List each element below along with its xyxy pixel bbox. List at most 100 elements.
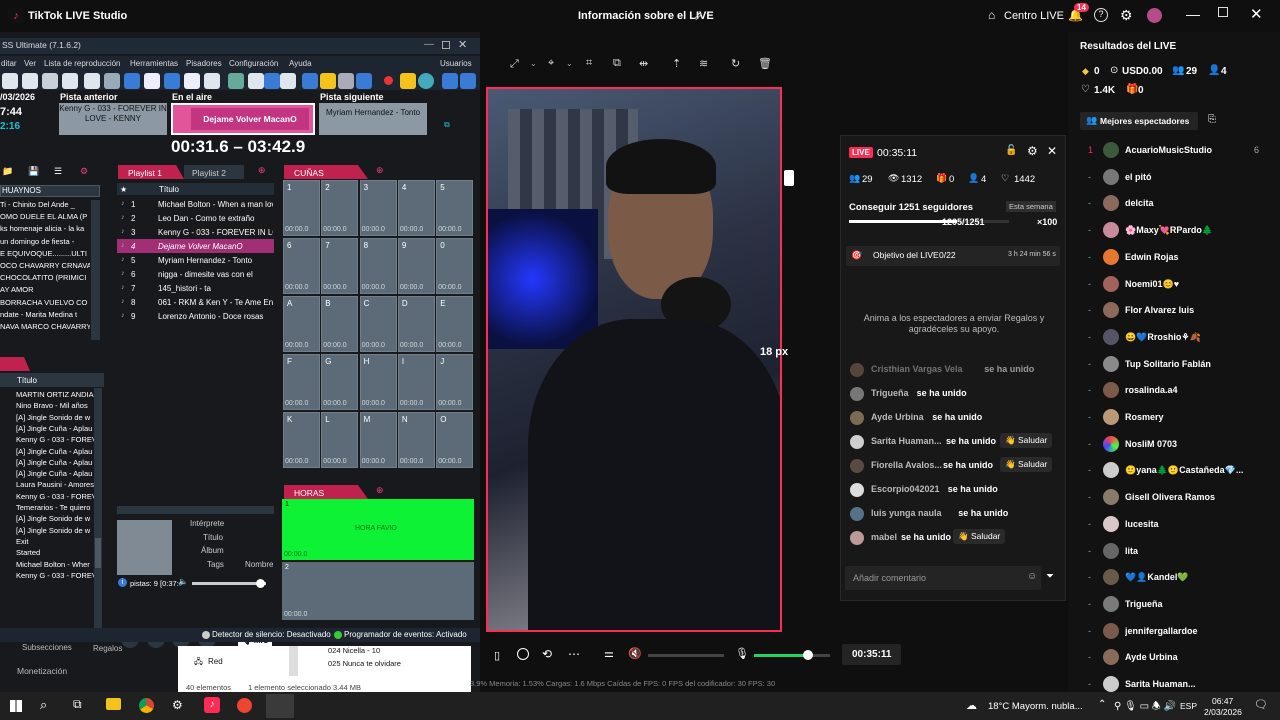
cuna-slot[interactable]: 4 00:00.0 xyxy=(397,180,435,236)
toolbar-icon[interactable] xyxy=(2,73,18,89)
list-icon[interactable]: ☰ xyxy=(54,166,62,177)
objective-card[interactable]: 🎯 Objetivo del LIVE 0/22 3 h 24 min 56 s xyxy=(846,246,1060,266)
toolbar-icon[interactable] xyxy=(320,73,336,89)
settings-gear-icon[interactable]: ⚙ xyxy=(1027,144,1038,158)
explorer-item[interactable]: 025 Nunca te olvidare xyxy=(328,659,401,668)
explorer-scrollbar[interactable] xyxy=(289,646,298,676)
cuna-slot[interactable]: G 00:00.0 xyxy=(321,354,359,410)
globe-icon[interactable] xyxy=(418,73,434,89)
genre-item[interactable]: BORRACHA VUELVO CO xyxy=(0,298,90,307)
filter-icon[interactable]: ⏷ xyxy=(1046,571,1054,582)
centro-live-button[interactable]: Centro LIVE xyxy=(1004,10,1064,22)
playlist-row[interactable]: ♪ 1 Michael Bolton - When a man lov xyxy=(117,197,274,211)
genre-item[interactable]: NAVA MARCO CHAVARRY xyxy=(0,322,90,331)
toolbar-icon[interactable] xyxy=(104,73,120,89)
genre-item[interactable]: un domingo de fiesta - xyxy=(0,237,90,246)
network-label[interactable]: Red xyxy=(208,657,223,666)
viewer-row[interactable]: - lucesita xyxy=(1080,515,1272,534)
cuna-slot[interactable]: C 00:00.0 xyxy=(359,296,397,352)
maximize-icon[interactable] xyxy=(1218,7,1228,17)
windows-start-icon[interactable] xyxy=(10,700,22,712)
toolbar-icon[interactable] xyxy=(264,73,280,89)
chat-username[interactable]: Trigueña xyxy=(871,388,909,398)
speaker-muted-icon[interactable]: 🔇 xyxy=(628,647,642,660)
viewer-row[interactable]: - Trigueña xyxy=(1080,595,1272,614)
chat-username[interactable]: Escorpio042021 xyxy=(871,484,940,494)
toolbar-icon[interactable] xyxy=(184,73,200,89)
cuna-slot[interactable]: M 00:00.0 xyxy=(359,412,397,468)
viewer-row[interactable]: - jennifergallardoe xyxy=(1080,622,1272,641)
refresh-icon[interactable]: ↻ xyxy=(731,57,740,70)
close-icon[interactable]: ✕ xyxy=(1250,5,1263,23)
viewer-row[interactable]: - 😀💙Rroshio⚘🍂 xyxy=(1080,328,1272,347)
library-item[interactable]: [A] Jingle Cuña - Aplau xyxy=(16,458,94,467)
library-title-col[interactable]: Título xyxy=(17,376,37,385)
toolbar-icon[interactable] xyxy=(442,73,458,89)
viewer-row[interactable]: - lita xyxy=(1080,542,1272,561)
library-item[interactable]: [A] Jingle Sonido de w xyxy=(16,514,94,523)
toolbar-icon[interactable] xyxy=(280,73,296,89)
weather-text[interactable]: 18°C Mayorm. nubla... xyxy=(988,701,1083,712)
chat-username[interactable]: Cristhian Vargas Vela xyxy=(871,364,963,374)
radio-minimize-icon[interactable]: — xyxy=(424,39,434,50)
viewer-row[interactable]: - Ayde Urbina xyxy=(1080,649,1272,667)
viewer-row[interactable]: - Tup Solitario Fablán xyxy=(1080,355,1272,374)
cuna-slot[interactable]: D 00:00.0 xyxy=(397,296,435,352)
toolbar-icon[interactable] xyxy=(22,73,38,89)
record-icon[interactable] xyxy=(517,648,529,660)
share-icon[interactable]: ⇗ xyxy=(693,9,703,23)
library-item[interactable]: Laura Pausini - Amores xyxy=(16,480,94,489)
playlist-row[interactable]: ♪ 5 Myriam Hernandez - Tonto xyxy=(117,253,274,267)
cuna-slot[interactable]: L 00:00.0 xyxy=(321,412,359,468)
toolbar-icon[interactable] xyxy=(62,73,78,89)
cuna-slot[interactable]: F 00:00.0 xyxy=(283,354,320,410)
file-explorer-icon[interactable] xyxy=(106,698,121,710)
viewer-row[interactable]: - 💙👤Kandel💚 xyxy=(1080,569,1272,587)
more-icon[interactable]: ⋯ xyxy=(568,647,580,661)
menu-ayuda[interactable]: Ayuda xyxy=(289,59,312,68)
genre-item[interactable]: Ti - Chinito Del Ande _ xyxy=(0,200,90,209)
mic-volume-slider[interactable] xyxy=(754,650,830,660)
library-item[interactable]: Kenny G - 033 - FOREV xyxy=(16,571,94,580)
chart-icon[interactable] xyxy=(400,73,416,89)
chat-username[interactable]: mabel xyxy=(871,532,897,542)
tab-playlist-2[interactable]: Playlist 2 xyxy=(184,165,244,179)
radio-close-icon[interactable]: ✕ xyxy=(458,38,467,51)
menu-configuracion[interactable]: Configuración xyxy=(229,59,278,68)
record-icon[interactable] xyxy=(384,76,393,85)
genre-select[interactable]: HUAYNOS xyxy=(0,185,100,197)
hora-slot-1[interactable]: 1 HORA FAVIO 00:00.0 xyxy=(282,499,474,560)
library-tab[interactable] xyxy=(0,357,30,371)
help-icon[interactable]: ? xyxy=(1094,8,1108,22)
playlist-row[interactable]: ♪ 2 Leo Dan - Como te extraño xyxy=(117,211,274,225)
tray-icons[interactable]: ⚲ 🎙 ▭ 🕭 🔊 xyxy=(1114,699,1176,716)
layers-icon[interactable]: ≋ xyxy=(699,57,708,70)
clock-date[interactable]: 2/03/2026 xyxy=(1204,707,1242,717)
radio-app-taskbar-icon[interactable] xyxy=(266,694,294,718)
viewer-row[interactable]: 1 AcuarioMusicStudio 6 xyxy=(1080,142,1272,160)
genre-item[interactable]: ks homenaje alicia - la ka xyxy=(0,224,90,233)
library-item[interactable]: Kenny G - 033 - FOREV xyxy=(16,492,94,501)
move-up-icon[interactable]: ⇡ xyxy=(672,57,681,70)
library-item[interactable]: [A] Jingle Sonido de w xyxy=(16,526,94,535)
library-item[interactable]: Exit xyxy=(16,537,94,546)
cuna-slot[interactable]: H 00:00.0 xyxy=(359,354,397,410)
usuarios-button[interactable]: Usuarios xyxy=(440,59,472,68)
toolbar-icon[interactable] xyxy=(144,73,160,89)
cuna-slot[interactable]: 3 00:00.0 xyxy=(359,180,397,236)
playlist-title-col[interactable]: Título xyxy=(159,185,179,194)
regalos-tab[interactable]: Regalos xyxy=(93,644,122,653)
viewer-row[interactable]: - Gisell Olivera Ramos xyxy=(1080,489,1272,507)
viewer-row[interactable]: - Rosmery xyxy=(1080,409,1272,427)
close-icon[interactable]: ✕ xyxy=(1047,144,1057,158)
playlist-row[interactable]: ♪ 6 nigga - dimesite vas con el xyxy=(117,267,274,281)
library-item[interactable]: [A] Jingle Cuña - Aplau xyxy=(16,447,94,456)
task-view-icon[interactable]: ⧉ xyxy=(73,697,82,712)
viewer-row[interactable]: - Noemi01😊♥ xyxy=(1080,275,1272,294)
playlist-row[interactable]: ♪ 4 Dejame Volver MacanO xyxy=(117,239,274,253)
minimize-icon[interactable]: — xyxy=(1186,6,1200,22)
copy-icon[interactable]: ⧉ xyxy=(613,57,621,70)
crop-icon[interactable]: ⌗ xyxy=(586,57,592,70)
cuna-slot[interactable]: J 00:00.0 xyxy=(436,354,474,410)
toolbar-icon[interactable] xyxy=(204,73,220,89)
